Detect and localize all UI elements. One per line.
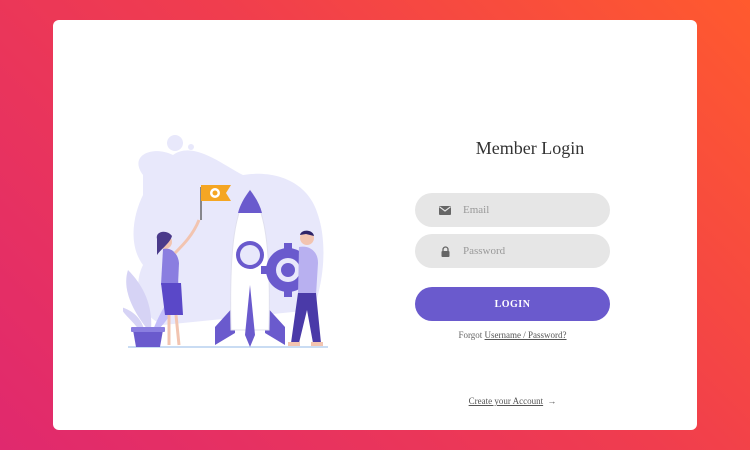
password-input[interactable] <box>463 236 603 266</box>
forgot-prefix: Forgot <box>458 330 483 340</box>
envelope-icon <box>437 203 453 217</box>
forgot-credentials-link[interactable]: Username / Password? <box>485 330 567 340</box>
lock-icon <box>437 244 453 258</box>
login-button[interactable]: LOGIN <box>415 287 610 321</box>
page-title: Member Login <box>475 138 585 158</box>
create-account-link[interactable]: Create your Account <box>469 396 543 406</box>
create-account: Create your Account → <box>415 396 610 406</box>
rocket-illustration <box>123 135 328 348</box>
email-input[interactable] <box>463 195 603 225</box>
arrow-right-icon: → <box>547 396 557 406</box>
login-card: Member Login LOGIN Forgot Username / Pas… <box>53 20 697 430</box>
email-field[interactable] <box>415 193 610 227</box>
forgot-credentials: Forgot Username / Password? <box>415 330 610 340</box>
password-field[interactable] <box>415 234 610 268</box>
